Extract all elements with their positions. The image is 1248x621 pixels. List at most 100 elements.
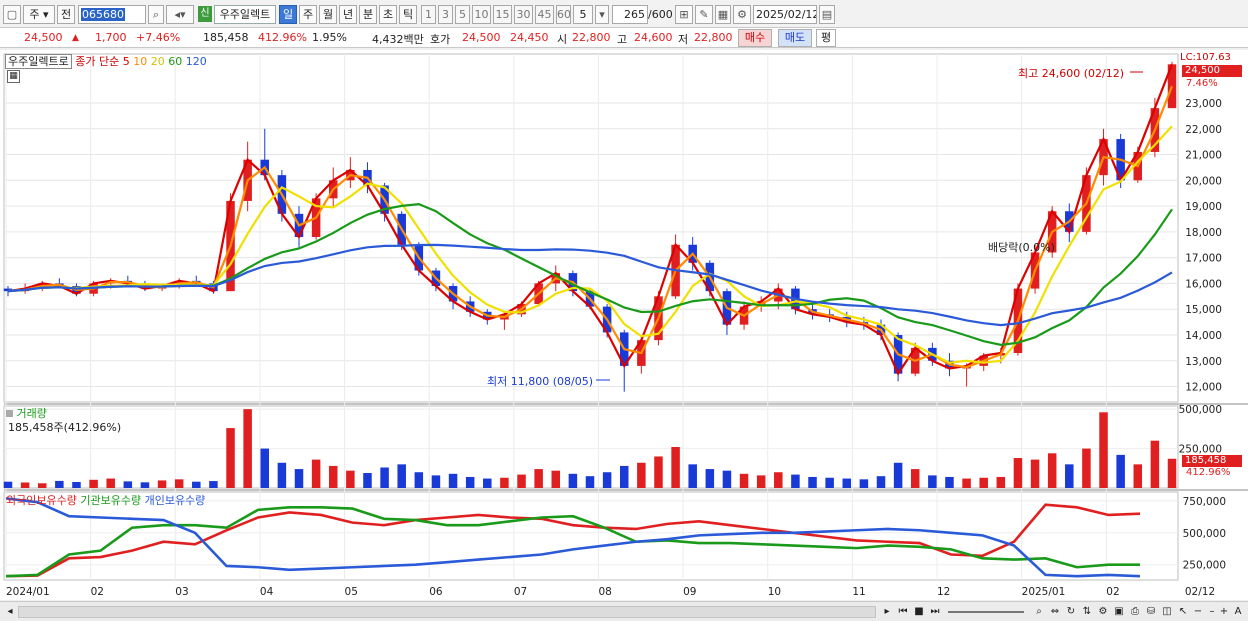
volume-bar — [260, 448, 270, 488]
prev-button[interactable]: 전 — [57, 5, 75, 24]
ma20-label: 20 — [150, 55, 165, 68]
volume-bar — [1013, 458, 1023, 488]
print-icon[interactable]: ⎙ — [1128, 605, 1142, 619]
volume-bar — [380, 467, 389, 488]
interval-5-button[interactable]: 5 — [455, 5, 470, 24]
period-select[interactable]: 주 ▾ — [23, 5, 55, 24]
buy-button[interactable]: 매수 — [738, 29, 772, 47]
volume-bar — [859, 479, 869, 488]
price-tick-label: 19,000 — [1185, 201, 1222, 213]
plus-icon[interactable]: + — [1218, 605, 1230, 619]
interval-1-button[interactable]: 1 — [421, 5, 436, 24]
chart-svg: 12,000 13,000 14,000 15,000 16,000 17,000 18,0… — [3, 53, 1248, 598]
config-icon[interactable]: ⚙ — [1096, 605, 1110, 619]
count-total: /600 — [648, 8, 673, 21]
x-tick-label: 02/12 — [1185, 586, 1215, 598]
custom-interval-input[interactable]: 5 — [573, 5, 593, 24]
x-tick-label: 11 — [852, 586, 865, 598]
scroll-right-icon[interactable]: ▸ — [880, 605, 894, 619]
volume-bar — [311, 459, 321, 488]
ma5-line — [7, 63, 1174, 376]
high-label: 고 — [617, 33, 628, 46]
pointer-icon[interactable]: ↖ — [1176, 605, 1190, 619]
price-tick-label: 14,000 — [1185, 330, 1222, 342]
interval-60-button[interactable]: 60 — [556, 5, 571, 24]
volume-bar — [654, 456, 663, 488]
calculator-icon[interactable]: ▦ — [7, 70, 20, 83]
period-tick-button[interactable]: 틱 — [399, 5, 417, 24]
volume-bar — [1047, 453, 1057, 488]
high-annotation: 최고 24,600 (02/12) — [1018, 67, 1125, 80]
price-type-label: 종가 — [75, 55, 96, 68]
volume-bar — [705, 469, 715, 488]
date-input[interactable]: 2025/02/12 — [753, 5, 817, 24]
interval-10-button[interactable]: 10 — [472, 5, 491, 24]
avg-price-button[interactable]: 평 — [816, 29, 836, 47]
volume-bar — [192, 481, 201, 488]
chart-window-icon[interactable]: ▢ — [3, 5, 21, 24]
period-day-button[interactable]: 일 — [279, 5, 297, 24]
volume-bar — [157, 480, 167, 488]
bid-price: 24,450 — [510, 31, 549, 44]
price-tick-label: 12,000 — [1185, 382, 1222, 394]
x-tick-label: 03 — [175, 586, 188, 598]
line-icon[interactable]: – — [1206, 605, 1218, 619]
volume-bar — [1150, 440, 1160, 488]
period-week-button[interactable]: 주 — [299, 5, 317, 24]
chevron-down-icon[interactable]: ▾ — [595, 5, 609, 24]
interval-45-button[interactable]: 45 — [535, 5, 554, 24]
fast-forward-icon[interactable]: ⏭ — [928, 605, 942, 619]
minus-icon[interactable]: − — [1192, 605, 1204, 619]
save-icon[interactable]: ⛁ — [1144, 605, 1158, 619]
scroll-left-icon[interactable]: ◂ — [4, 605, 16, 619]
x-tick-label: 02 — [91, 586, 104, 598]
ma-type-label: 단순 — [98, 55, 120, 68]
up-arrow-icon: ▲ — [72, 33, 79, 43]
holdings-tick-label: 750,000 — [1183, 496, 1226, 508]
volume-bar — [791, 474, 800, 488]
grid-icon[interactable]: ▦ — [715, 5, 731, 24]
volume-bar — [637, 462, 646, 488]
stop-icon[interactable]: ■ — [912, 605, 926, 619]
period-month-button[interactable]: 월 — [319, 5, 337, 24]
image-icon[interactable]: ▣ — [1112, 605, 1126, 619]
speaker-icon[interactable]: ◂▾ — [166, 5, 194, 24]
rewind-icon[interactable]: ⏮ — [896, 605, 910, 619]
price-tick-label: 16,000 — [1185, 278, 1222, 290]
window-icon[interactable]: ◫ — [1160, 605, 1174, 619]
refresh-icon[interactable]: ↻ — [1064, 605, 1078, 619]
zoom-icon[interactable]: ⌕ — [1032, 605, 1046, 619]
period-second-button[interactable]: 초 — [379, 5, 397, 24]
volume-tick-label: 250,000 — [1179, 444, 1222, 456]
indicator-icon[interactable]: ⊞ — [675, 5, 693, 24]
x-tick-label: 07 — [514, 586, 527, 598]
interval-15-button[interactable]: 15 — [493, 5, 512, 24]
period-minute-button[interactable]: 분 — [359, 5, 377, 24]
stock-code-input[interactable]: 065680 — [78, 5, 146, 24]
search-icon[interactable]: ⌕ — [148, 5, 164, 24]
current-price: 24,500 — [24, 31, 63, 44]
chart-area[interactable]: 12,000 13,000 14,000 15,000 16,000 17,000 18,0… — [0, 50, 1248, 600]
volume-bar — [928, 475, 937, 488]
stock-code-value: 065680 — [81, 8, 125, 21]
price-tick-label: 18,000 — [1185, 227, 1222, 239]
count-input[interactable]: 265 — [612, 5, 648, 24]
split-icon[interactable]: ⇅ — [1080, 605, 1094, 619]
x-tick-label: 04 — [260, 586, 274, 598]
zoom-slider[interactable] — [948, 611, 1024, 613]
volume-bar — [397, 464, 406, 488]
interval-30-button[interactable]: 30 — [514, 5, 533, 24]
gear-icon[interactable]: ⚙ — [733, 5, 751, 24]
interval-3-button[interactable]: 3 — [438, 5, 453, 24]
calendar-icon[interactable]: ▤ — [819, 5, 835, 24]
trade-amount: 4,432백만 — [372, 33, 424, 46]
sell-button[interactable]: 매도 — [778, 29, 812, 47]
volume-bar — [602, 472, 612, 488]
compare-icon[interactable]: ⇔ — [1048, 605, 1062, 619]
draw-tool-icon[interactable]: ✎ — [695, 5, 713, 24]
font-icon[interactable]: A — [1231, 605, 1245, 619]
stock-name-label[interactable]: 우주일렉트로 — [5, 54, 72, 69]
period-year-button[interactable]: 년 — [339, 5, 357, 24]
scroll-track[interactable] — [18, 606, 876, 618]
chart-scrollbar[interactable]: ◂ ▸ ⏮ ■ ⏭ ⌕ ⇔ ↻ ⇅ ⚙ ▣ ⎙ ⛁ ◫ ↖ − – + A — [0, 601, 1248, 621]
